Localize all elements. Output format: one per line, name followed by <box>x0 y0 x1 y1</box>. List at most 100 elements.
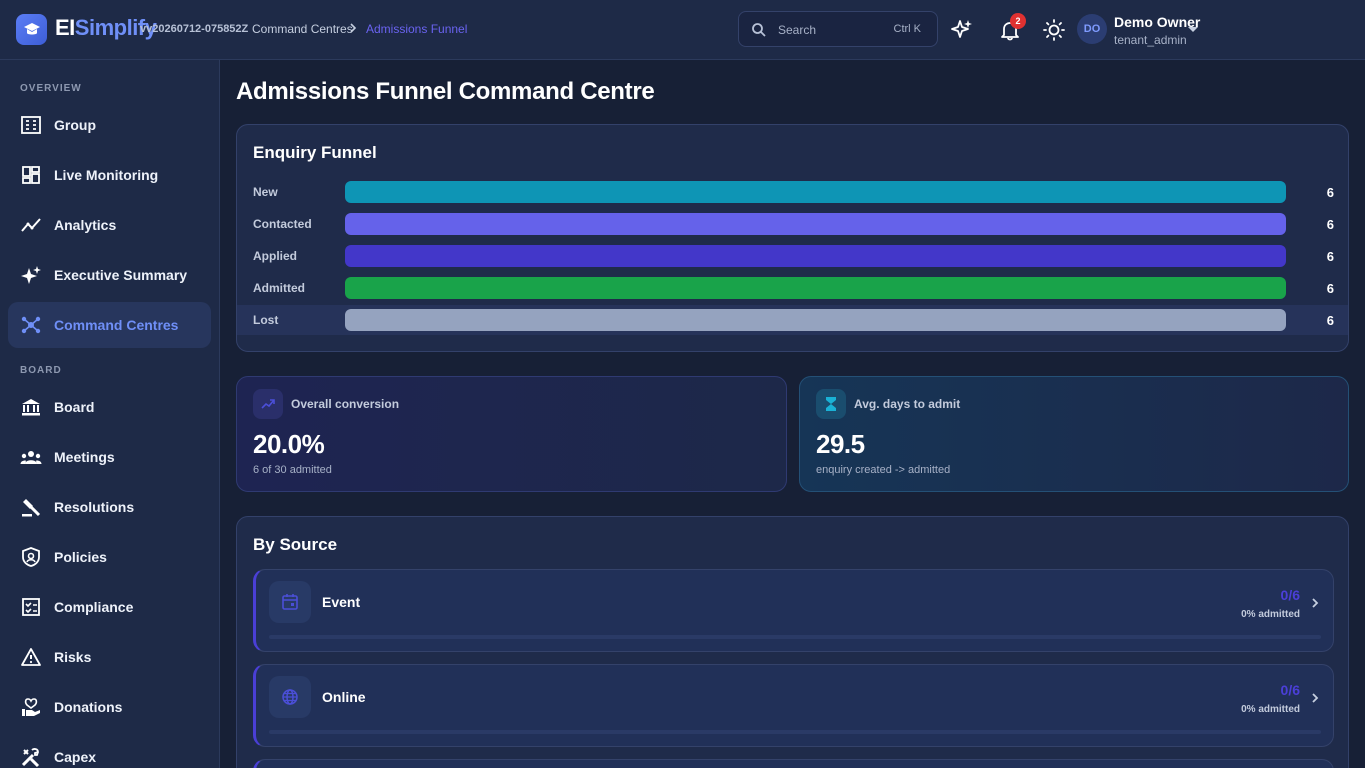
sidebar-item-donations[interactable]: Donations <box>8 684 211 730</box>
funnel-stage-count: 6 <box>1326 249 1334 264</box>
tools-icon <box>21 748 40 768</box>
source-name: Online <box>322 689 366 705</box>
funnel-track <box>345 309 1286 331</box>
stat-value: 20.0% <box>253 429 325 459</box>
calendar-icon <box>269 581 311 623</box>
stat-label: Avg. days to admit <box>854 397 961 411</box>
heart-hand-icon <box>22 698 40 716</box>
stat-subtext: enquiry created -> admitted <box>816 464 951 476</box>
funnel-bar <box>345 213 1286 235</box>
funnel-row: Applied 6 <box>237 241 1348 271</box>
funnel-stage-label: Lost <box>253 313 279 327</box>
funnel-track <box>345 181 1286 203</box>
user-role: tenant_admin <box>1114 33 1187 47</box>
source-item-online[interactable]: Online 0/6 0% admitted <box>253 664 1334 747</box>
trending-up-icon <box>253 389 283 419</box>
sidebar-item-label: Donations <box>54 699 123 715</box>
sidebar-item-meetings[interactable]: Meetings <box>8 434 211 480</box>
enquiry-funnel-card: Enquiry Funnel New 6 Contacted 6 Applied 6 Adm… <box>236 124 1349 352</box>
top-bar: EISimplify vv20260712-075852Z Command Ce… <box>0 0 1365 60</box>
warning-icon <box>21 648 41 666</box>
sidebar-item-command-centres[interactable]: Command Centres <box>8 302 211 348</box>
gavel-icon <box>22 499 41 517</box>
funnel-row: New 6 <box>237 177 1348 207</box>
sidebar-item-label: Group <box>54 117 96 133</box>
source-ratio: 0/6 <box>1280 682 1300 698</box>
breadcrumb-command-centres[interactable]: Command Centres <box>252 22 353 36</box>
funnel-bar <box>345 309 1286 331</box>
funnel-stage-label: Admitted <box>253 281 305 295</box>
funnel-stage-count: 6 <box>1326 281 1334 296</box>
search-shortcut: Ctrl K <box>893 23 922 35</box>
source-ratio: 0/6 <box>1280 587 1300 603</box>
funnel-row: Contacted 6 <box>237 209 1348 239</box>
sidebar-item-label: Meetings <box>54 449 115 465</box>
funnel-stage-count: 6 <box>1326 313 1334 328</box>
by-source-card: By Source Event 0/6 0% admitted Online 0… <box>236 516 1349 768</box>
stat-subtext: 6 of 30 admitted <box>253 464 332 476</box>
source-percent: 0% admitted <box>1241 704 1300 715</box>
sidebar: OVERVIEW Group Live Monitoring Analytics… <box>0 60 220 768</box>
funnel-track <box>345 277 1286 299</box>
sidebar-item-label: Risks <box>54 649 92 665</box>
sidebar-item-executive-summary[interactable]: Executive Summary <box>8 252 211 298</box>
funnel-track <box>345 213 1286 235</box>
hourglass-icon <box>816 389 846 419</box>
notification-badge: 2 <box>1010 13 1026 29</box>
page-title: Admissions Funnel Command Centre <box>236 78 655 105</box>
sidebar-item-resolutions[interactable]: Resolutions <box>8 484 211 530</box>
sidebar-item-label: Executive Summary <box>54 267 188 283</box>
sun-icon[interactable] <box>1042 18 1066 42</box>
sidebar-item-live-monitoring[interactable]: Live Monitoring <box>8 152 211 198</box>
funnel-bar <box>345 181 1286 203</box>
avatar[interactable]: DO <box>1077 14 1107 44</box>
section-label-overview: OVERVIEW <box>20 83 82 94</box>
sidebar-item-compliance[interactable]: Compliance <box>8 584 211 630</box>
search-input[interactable]: Search Ctrl K <box>738 11 938 47</box>
globe-icon <box>269 676 311 718</box>
breadcrumb-admissions-funnel: Admissions Funnel <box>366 22 468 36</box>
section-label-board: BOARD <box>20 365 62 376</box>
chevron-right-icon <box>1312 598 1319 608</box>
overall-conversion-card: Overall conversion 20.0% 6 of 30 admitte… <box>236 376 787 492</box>
funnel-bar <box>345 277 1286 299</box>
source-progress-track <box>269 730 1321 734</box>
funnel-stage-label: Contacted <box>253 217 312 231</box>
funnel-bar <box>345 245 1286 267</box>
card-title: Enquiry Funnel <box>253 143 377 162</box>
source-percent: 0% admitted <box>1241 609 1300 620</box>
sidebar-item-label: Analytics <box>54 217 117 233</box>
stat-label: Overall conversion <box>291 397 400 411</box>
sidebar-item-board[interactable]: Board <box>8 384 211 430</box>
chevron-right-icon <box>1312 693 1319 703</box>
funnel-stage-label: New <box>253 185 278 199</box>
funnel-row: Lost 6 <box>237 305 1348 335</box>
shield-icon <box>22 547 40 567</box>
funnel-row: Admitted 6 <box>237 273 1348 303</box>
sidebar-item-label: Command Centres <box>54 317 179 333</box>
caret-down-icon[interactable] <box>1187 26 1199 34</box>
search-icon <box>752 23 766 37</box>
logo-icon[interactable] <box>16 14 47 45</box>
funnel-stage-label: Applied <box>253 249 297 263</box>
stat-value: 29.5 <box>816 429 865 459</box>
sidebar-item-policies[interactable]: Policies <box>8 534 211 580</box>
ai-sparkle-icon[interactable] <box>950 18 974 42</box>
source-item-partial[interactable] <box>253 759 1334 768</box>
sidebar-item-label: Policies <box>54 549 107 565</box>
sidebar-item-label: Board <box>54 399 95 415</box>
sidebar-item-capex[interactable]: Capex <box>8 734 211 768</box>
source-item-event[interactable]: Event 0/6 0% admitted <box>253 569 1334 652</box>
funnel-stage-count: 6 <box>1326 185 1334 200</box>
funnel-track <box>345 245 1286 267</box>
hub-icon <box>21 316 41 334</box>
group-icon <box>20 451 42 464</box>
sidebar-item-label: Compliance <box>54 599 134 615</box>
sparkle-icon <box>21 266 41 284</box>
sidebar-item-analytics[interactable]: Analytics <box>8 202 211 248</box>
source-progress-track <box>269 635 1321 639</box>
sidebar-item-risks[interactable]: Risks <box>8 634 211 680</box>
chevron-right-icon <box>350 23 357 33</box>
sidebar-item-group[interactable]: Group <box>8 102 211 148</box>
version-label: vv20260712-075852Z <box>140 23 249 35</box>
